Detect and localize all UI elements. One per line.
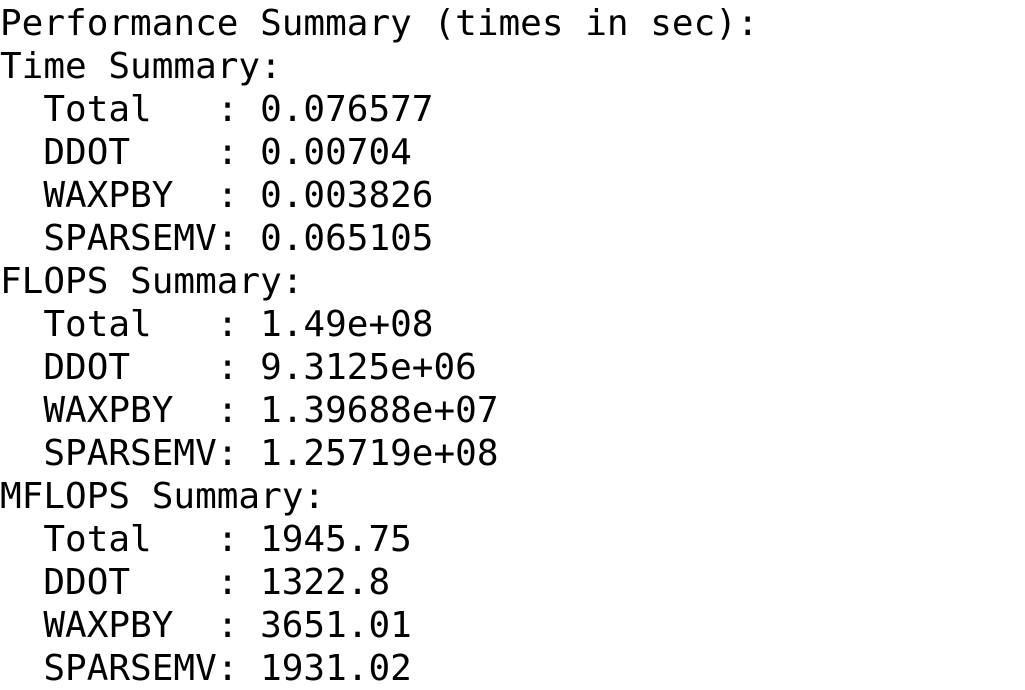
mflops-summary-heading: MFLOPS Summary:	[0, 476, 326, 517]
flops-waxpby-line: WAXPBY : 1.39688e+07	[0, 390, 499, 431]
time-ddot-line: DDOT : 0.00704	[0, 132, 412, 173]
time-sparsemv-line: SPARSEMV: 0.065105	[0, 218, 434, 259]
mflops-sparsemv-line: SPARSEMV: 1931.02	[0, 648, 412, 689]
flops-sparsemv-line: SPARSEMV: 1.25719e+08	[0, 433, 499, 474]
summary-header: Performance Summary (times in sec):	[0, 3, 759, 44]
time-summary-heading: Time Summary:	[0, 46, 282, 87]
flops-summary-heading: FLOPS Summary:	[0, 261, 304, 302]
mflops-total-line: Total : 1945.75	[0, 519, 412, 560]
flops-ddot-line: DDOT : 9.3125e+06	[0, 347, 477, 388]
terminal-output: Performance Summary (times in sec): Time…	[0, 0, 1025, 689]
time-total-line: Total : 0.076577	[0, 89, 434, 130]
mflops-waxpby-line: WAXPBY : 3651.01	[0, 605, 412, 646]
time-waxpby-line: WAXPBY : 0.003826	[0, 175, 434, 216]
flops-total-line: Total : 1.49e+08	[0, 304, 434, 345]
mflops-ddot-line: DDOT : 1322.8	[0, 562, 391, 603]
